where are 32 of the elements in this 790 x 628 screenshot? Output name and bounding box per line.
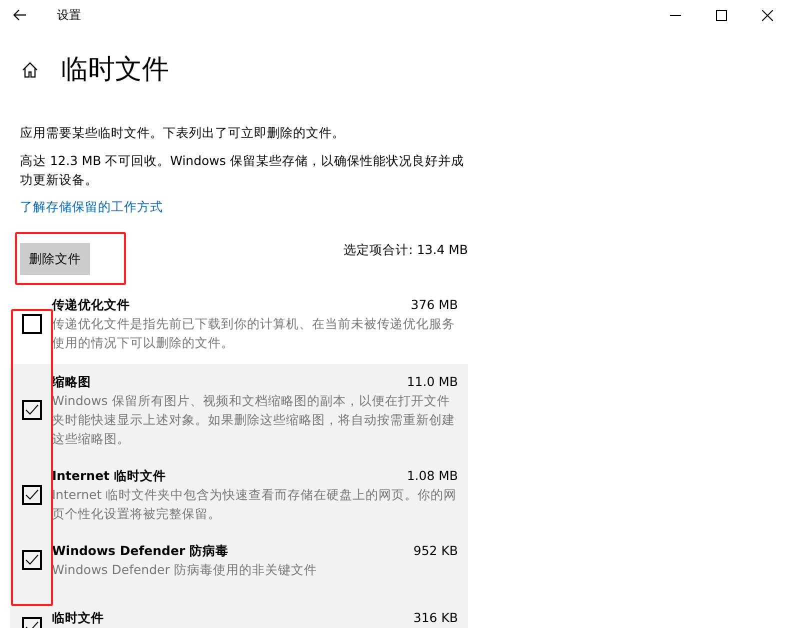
delete-files-button[interactable]: 删除文件	[20, 243, 90, 275]
minimize-icon	[670, 14, 680, 16]
check-icon	[25, 404, 39, 416]
selected-total-text: 选定项合计: 13.4 MB	[344, 241, 468, 259]
checkbox[interactable]	[22, 550, 42, 570]
back-arrow-icon[interactable]	[13, 9, 27, 21]
intro-text: 高达 12.3 MB 不可回收。Windows 保留某些存储，以确保性能状况良好并成功更新设备。	[20, 152, 465, 189]
item-size: 316 KB	[413, 608, 458, 626]
item-size: 1.08 MB	[406, 467, 458, 485]
item-description: Windows 保留所有图片、视频和文档缩略图的副本，以便在打开文件夹时能快速显示上述对象。如果删除这些缩略图，将自动按需重新创建这些缩略图。	[52, 392, 456, 448]
item-name: Windows Defender 防病毒	[52, 542, 228, 560]
window-title: 设置	[57, 7, 81, 24]
close-icon	[762, 10, 772, 20]
item-size: 952 KB	[413, 542, 458, 560]
item-name: Internet 临时文件	[52, 467, 166, 485]
item-description: 传递优化文件是指先前已下载到你的计算机、在当前未被传递优化服务使用的情况下可以删除的文件。	[52, 315, 456, 352]
item-name: 传递优化文件	[52, 296, 130, 314]
storage-reserve-link[interactable]: 了解存储保留的工作方式	[20, 197, 163, 216]
item-description: Internet 临时文件夹中包含为快速查看而存储在硬盘上的网页。你的网页个性化设置将被完整保留。	[52, 486, 458, 523]
checkbox[interactable]	[22, 484, 42, 504]
intro-text: 应用需要某些临时文件。下表列出了可立即删除的文件。	[20, 124, 346, 142]
item-size: 376 MB	[410, 296, 458, 314]
item-name: 临时文件	[52, 608, 104, 626]
check-icon	[25, 488, 39, 500]
checkbox[interactable]	[22, 314, 42, 334]
page-title: 临时文件	[61, 52, 169, 87]
checkbox[interactable]	[22, 400, 42, 420]
home-icon[interactable]	[21, 61, 39, 79]
item-size: 11.0 MB	[406, 373, 458, 391]
item-description: Windows Defender 防病毒使用的非关键文件	[52, 561, 318, 579]
maximize-icon	[716, 10, 726, 20]
check-icon	[25, 554, 39, 566]
